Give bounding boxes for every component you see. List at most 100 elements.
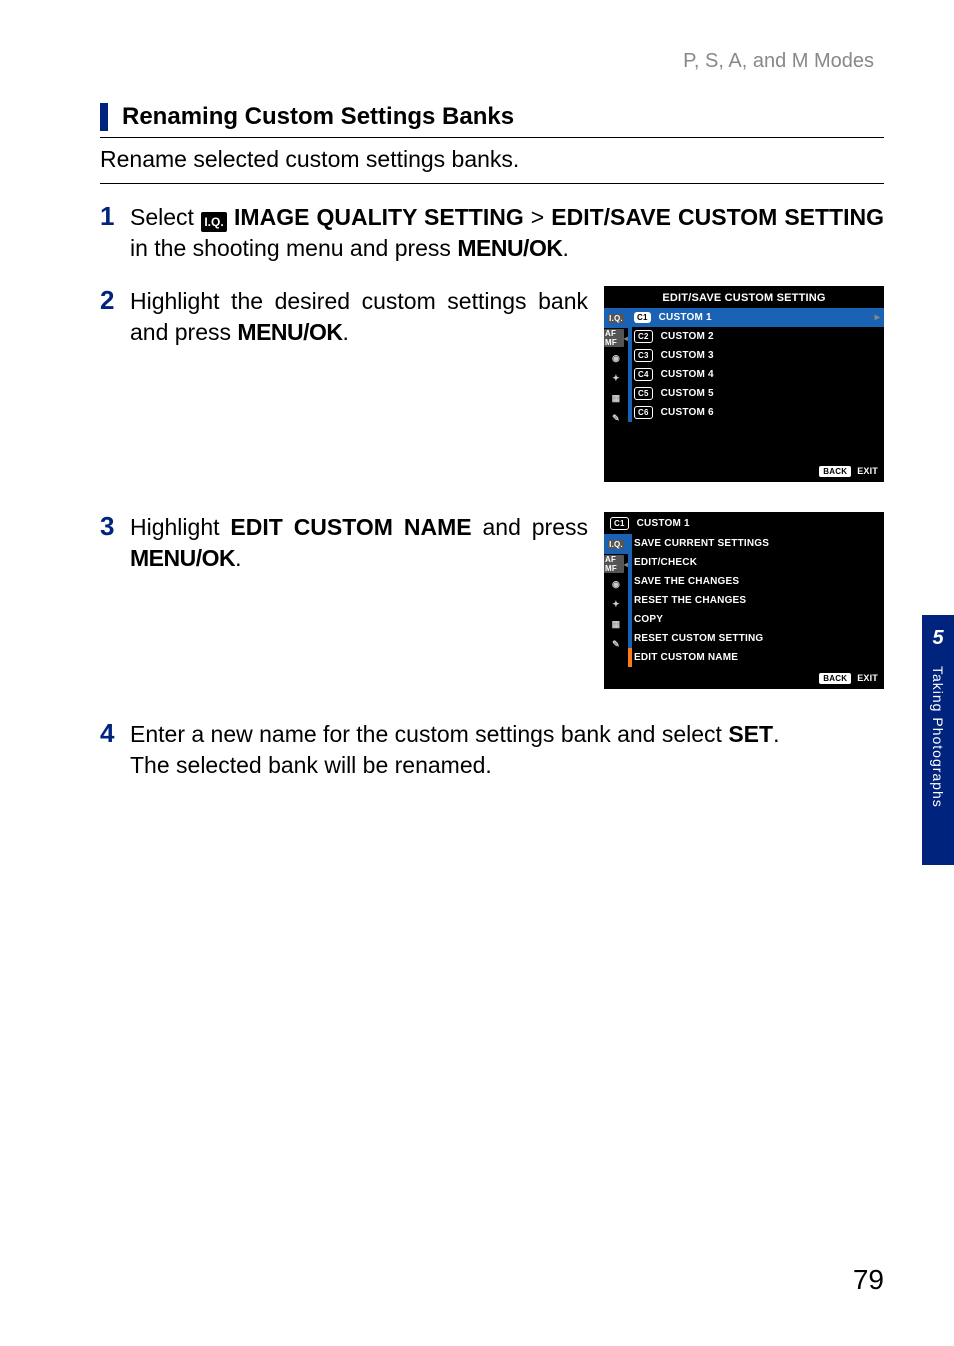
step-number: 2 — [100, 286, 120, 315]
screen-sidebar: I.Q. AF MF◂ ◉ ✦ ▦ ✎ — [604, 308, 628, 460]
menu-ok-label: MENU/OK — [130, 545, 235, 571]
item-label: RESET THE CHANGES — [634, 595, 746, 606]
text: The selected bank will be renamed. — [130, 752, 492, 778]
sidebar-tab-shoot: ◉ — [604, 348, 628, 368]
step-3: 3 Highlight EDIT CUSTOM NAME and press M… — [100, 512, 884, 689]
list-item-empty — [628, 422, 884, 441]
item-label: CUSTOM 1 — [659, 312, 712, 323]
step-body: Highlight the desired custom settings ba… — [130, 286, 588, 348]
badge: C1 — [634, 312, 651, 323]
chapter-tab: 5 Taking Photographs — [922, 615, 954, 865]
screen-list: C1 CUSTOM 1 ▸ C2 CUSTOM 2 C3 CUSTOM 3 C4 CUST… — [628, 308, 884, 460]
item-label: CUSTOM 6 — [661, 407, 714, 418]
list-item: C1 CUSTOM 1 ▸ — [628, 308, 884, 327]
section-title: Renaming Custom Settings Banks — [122, 103, 514, 131]
screen-title-row: C1 CUSTOM 1 — [604, 512, 884, 534]
badge: C2 — [634, 330, 653, 343]
item-label: CUSTOM 3 — [661, 350, 714, 361]
text: . — [235, 545, 241, 571]
item-label: CUSTOM 4 — [661, 369, 714, 380]
text: > — [524, 204, 552, 230]
list-item: C4 CUSTOM 4 — [628, 365, 884, 384]
item-label: SAVE THE CHANGES — [634, 576, 739, 587]
chapter-number: 5 — [932, 627, 943, 650]
set-label: SET — [728, 721, 773, 747]
step-2: 2 Highlight the desired custom settings … — [100, 286, 884, 482]
sidebar-tab-movie: ▦ — [604, 388, 628, 408]
badge: C1 — [610, 517, 629, 530]
text: . — [343, 319, 349, 345]
item-label: CUSTOM 5 — [661, 388, 714, 399]
sidebar-tab-flash: ✦ — [604, 594, 628, 614]
text: . — [773, 721, 779, 747]
item-label: COPY — [634, 614, 663, 625]
screen-footer: BACK EXIT — [604, 667, 884, 689]
list-item: RESET THE CHANGES — [628, 591, 884, 610]
list-item: SAVE THE CHANGES — [628, 572, 884, 591]
sidebar-tab-setup: ✎ — [604, 408, 628, 428]
section-heading: Renaming Custom Settings Banks — [100, 103, 884, 138]
step-body: Enter a new name for the custom settings… — [130, 719, 779, 781]
step-number: 4 — [100, 719, 120, 748]
chevron-right-icon: ▸ — [875, 312, 880, 323]
text: Enter a new name for the custom settings… — [130, 721, 728, 747]
sidebar-tab-iq: I.Q. — [604, 534, 628, 554]
menu-item: EDIT CUSTOM NAME — [230, 514, 471, 540]
back-badge: BACK — [819, 673, 851, 684]
sidebar-tab-setup: ✎ — [604, 634, 628, 654]
badge: C5 — [634, 387, 653, 400]
camera-screen-2: C1 CUSTOM 1 I.Q. AF MF◂ ◉ ✦ ▦ ✎ SAVE CUR… — [604, 512, 884, 689]
badge: C4 — [634, 368, 653, 381]
text: Select — [130, 204, 201, 230]
list-item: EDIT/CHECK — [628, 553, 884, 572]
list-item: C2 CUSTOM 2 — [628, 327, 884, 346]
list-item-empty — [628, 441, 884, 460]
screen-title: CUSTOM 1 — [637, 518, 690, 529]
sidebar-tab-iq: I.Q. — [604, 308, 628, 328]
back-badge: BACK — [819, 466, 851, 477]
menu-path-2: EDIT/SAVE CUSTOM SETTING — [551, 204, 884, 230]
breadcrumb: P, S, A, and M Modes — [100, 50, 884, 73]
text: in the shooting menu and press — [130, 235, 457, 261]
item-label: EDIT CUSTOM NAME — [634, 652, 738, 663]
list-item: C6 CUSTOM 6 — [628, 403, 884, 422]
screen-list: SAVE CURRENT SETTINGS EDIT/CHECK SAVE TH… — [628, 534, 884, 667]
iq-icon: I.Q. — [201, 212, 227, 232]
step-body: Highlight EDIT CUSTOM NAME and press MEN… — [130, 512, 588, 574]
list-item: C3 CUSTOM 3 — [628, 346, 884, 365]
text: . — [562, 235, 568, 261]
sidebar-tab-af: AF MF◂ — [604, 554, 628, 574]
list-item: C5 CUSTOM 5 — [628, 384, 884, 403]
list-item: SAVE CURRENT SETTINGS — [628, 534, 884, 553]
sidebar-tab-shoot: ◉ — [604, 574, 628, 594]
step-body: Select I.Q. IMAGE QUALITY SETTING > EDIT… — [130, 202, 884, 264]
screen-footer: BACK EXIT — [604, 460, 884, 482]
text: Highlight — [130, 514, 230, 540]
list-item: RESET CUSTOM SETTING — [628, 629, 884, 648]
sidebar-tab-af: AF MF◂ — [604, 328, 628, 348]
menu-ok-label: MENU/OK — [237, 319, 342, 345]
badge: C6 — [634, 406, 653, 419]
chapter-label: Taking Photographs — [930, 666, 946, 808]
step-number: 1 — [100, 202, 120, 231]
badge: C3 — [634, 349, 653, 362]
intro-text: Rename selected custom settings banks. — [100, 146, 884, 173]
item-label: CUSTOM 2 — [661, 331, 714, 342]
menu-ok-label: MENU/OK — [457, 235, 562, 261]
item-label: EDIT/CHECK — [634, 557, 697, 568]
step-4: 4 Enter a new name for the custom settin… — [100, 719, 884, 781]
screen-title: EDIT/SAVE CUSTOM SETTING — [604, 286, 884, 308]
item-label: RESET CUSTOM SETTING — [634, 633, 763, 644]
section-accent-bar — [100, 103, 108, 131]
step-1: 1 Select I.Q. IMAGE QUALITY SETTING > ED… — [100, 202, 884, 264]
menu-path-1: IMAGE QUALITY SETTING — [234, 204, 524, 230]
item-label: SAVE CURRENT SETTINGS — [634, 538, 769, 549]
exit-label: EXIT — [857, 673, 878, 683]
sidebar-tab-movie: ▦ — [604, 614, 628, 634]
camera-screen-1: EDIT/SAVE CUSTOM SETTING I.Q. AF MF◂ ◉ ✦… — [604, 286, 884, 482]
exit-label: EXIT — [857, 466, 878, 476]
list-item: COPY — [628, 610, 884, 629]
text: Highlight the desired custom settings ba… — [130, 288, 588, 345]
divider — [100, 183, 884, 184]
screen-sidebar: I.Q. AF MF◂ ◉ ✦ ▦ ✎ — [604, 534, 628, 667]
